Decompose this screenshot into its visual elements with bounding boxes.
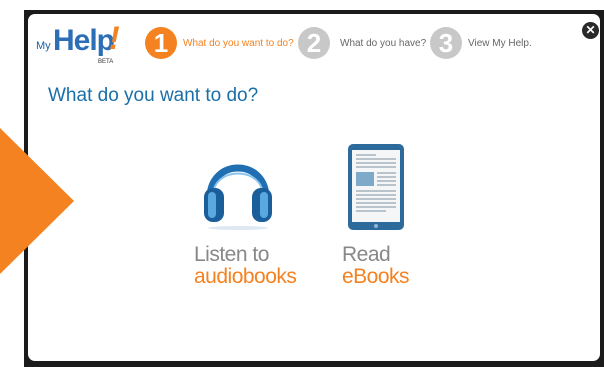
step-1-number: 1 bbox=[145, 27, 177, 59]
pointer-arrow bbox=[0, 128, 74, 274]
audiobooks-line1: Listen to bbox=[194, 243, 269, 266]
read-ebooks-option[interactable]: Read eBooks bbox=[342, 140, 422, 290]
step-2-label: What do you have? bbox=[340, 38, 427, 49]
logo-help: Help bbox=[53, 24, 115, 57]
logo-beta: BETA bbox=[98, 59, 114, 65]
step-3-number: 3 bbox=[430, 27, 462, 59]
close-button[interactable]: ✕ bbox=[582, 22, 599, 39]
step-1-label: What do you want to do? bbox=[183, 38, 294, 49]
ebooks-line2: eBooks bbox=[342, 265, 410, 288]
ebooks-line1: Read bbox=[342, 243, 391, 266]
listen-audiobooks-option[interactable]: Listen to audiobooks bbox=[194, 140, 314, 290]
logo-my: My bbox=[36, 40, 51, 52]
close-icon: ✕ bbox=[585, 23, 596, 37]
audiobooks-line2: audiobooks bbox=[194, 265, 297, 288]
tablet-ebook-icon bbox=[348, 144, 404, 230]
logo-bang: ! bbox=[109, 20, 120, 56]
myhelp-modal bbox=[28, 14, 600, 361]
headphones-icon bbox=[204, 164, 272, 230]
step-2-number: 2 bbox=[298, 27, 330, 59]
page-title: What do you want to do? bbox=[48, 85, 259, 106]
step-3-label: View My Help. bbox=[468, 38, 532, 49]
myhelp-logo: My Help ! BETA bbox=[36, 20, 126, 66]
